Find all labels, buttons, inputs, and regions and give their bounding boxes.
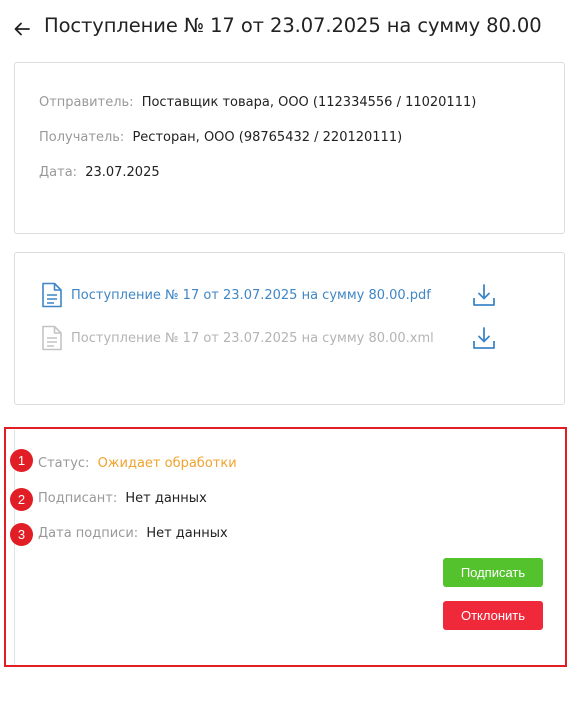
- marker-1: 1: [10, 449, 33, 472]
- document-icon: [42, 282, 62, 308]
- status-badge: Ожидает обработки: [97, 456, 237, 471]
- document-icon: [42, 325, 62, 351]
- marker-3: 3: [10, 523, 33, 546]
- recipient-label: Получатель:: [39, 130, 125, 145]
- status-label: Статус:: [38, 456, 90, 471]
- signer-value: Нет данных: [125, 491, 207, 506]
- signer-row: Подписант: Нет данных: [38, 491, 207, 506]
- date-value: 23.07.2025: [85, 165, 160, 180]
- page-title: Поступление № 17 от 23.07.2025 на сумму …: [44, 14, 542, 37]
- date-label: Дата:: [39, 165, 78, 180]
- recipient-row: Получатель: Ресторан, ООО (98765432 / 22…: [39, 130, 402, 145]
- document-info-card: Отправитель: Поставщик товара, ООО (1123…: [14, 62, 565, 234]
- sender-value: Поставщик товара, ООО (112334556 / 11020…: [141, 95, 477, 110]
- files-card: Поступление № 17 от 23.07.2025 на сумму …: [14, 252, 565, 405]
- page-header: Поступление № 17 от 23.07.2025 на сумму …: [0, 0, 579, 58]
- sign-date-label: Дата подписи:: [38, 526, 139, 541]
- file-item-xml[interactable]: Поступление № 17 от 23.07.2025 на сумму …: [41, 325, 541, 353]
- sign-button[interactable]: Подписать: [443, 558, 543, 587]
- file-name-link[interactable]: Поступление № 17 от 23.07.2025 на сумму …: [71, 288, 431, 303]
- download-icon[interactable]: [472, 326, 496, 350]
- sender-row: Отправитель: Поставщик товара, ООО (1123…: [39, 95, 476, 110]
- sign-date-row: Дата подписи: Нет данных: [38, 526, 228, 541]
- sender-label: Отправитель:: [39, 95, 134, 110]
- reject-button[interactable]: Отклонить: [443, 601, 543, 630]
- status-row: Статус: Ожидает обработки: [38, 456, 237, 471]
- signer-label: Подписант:: [38, 491, 118, 506]
- download-icon[interactable]: [472, 283, 496, 307]
- recipient-value: Ресторан, ООО (98765432 / 220120111): [132, 130, 403, 145]
- file-item-pdf[interactable]: Поступление № 17 от 23.07.2025 на сумму …: [41, 282, 541, 310]
- sign-date-value: Нет данных: [146, 526, 228, 541]
- marker-2: 2: [10, 488, 33, 511]
- date-row: Дата: 23.07.2025: [39, 165, 160, 180]
- file-name-link[interactable]: Поступление № 17 от 23.07.2025 на сумму …: [71, 331, 434, 346]
- arrow-left-icon[interactable]: [12, 19, 32, 39]
